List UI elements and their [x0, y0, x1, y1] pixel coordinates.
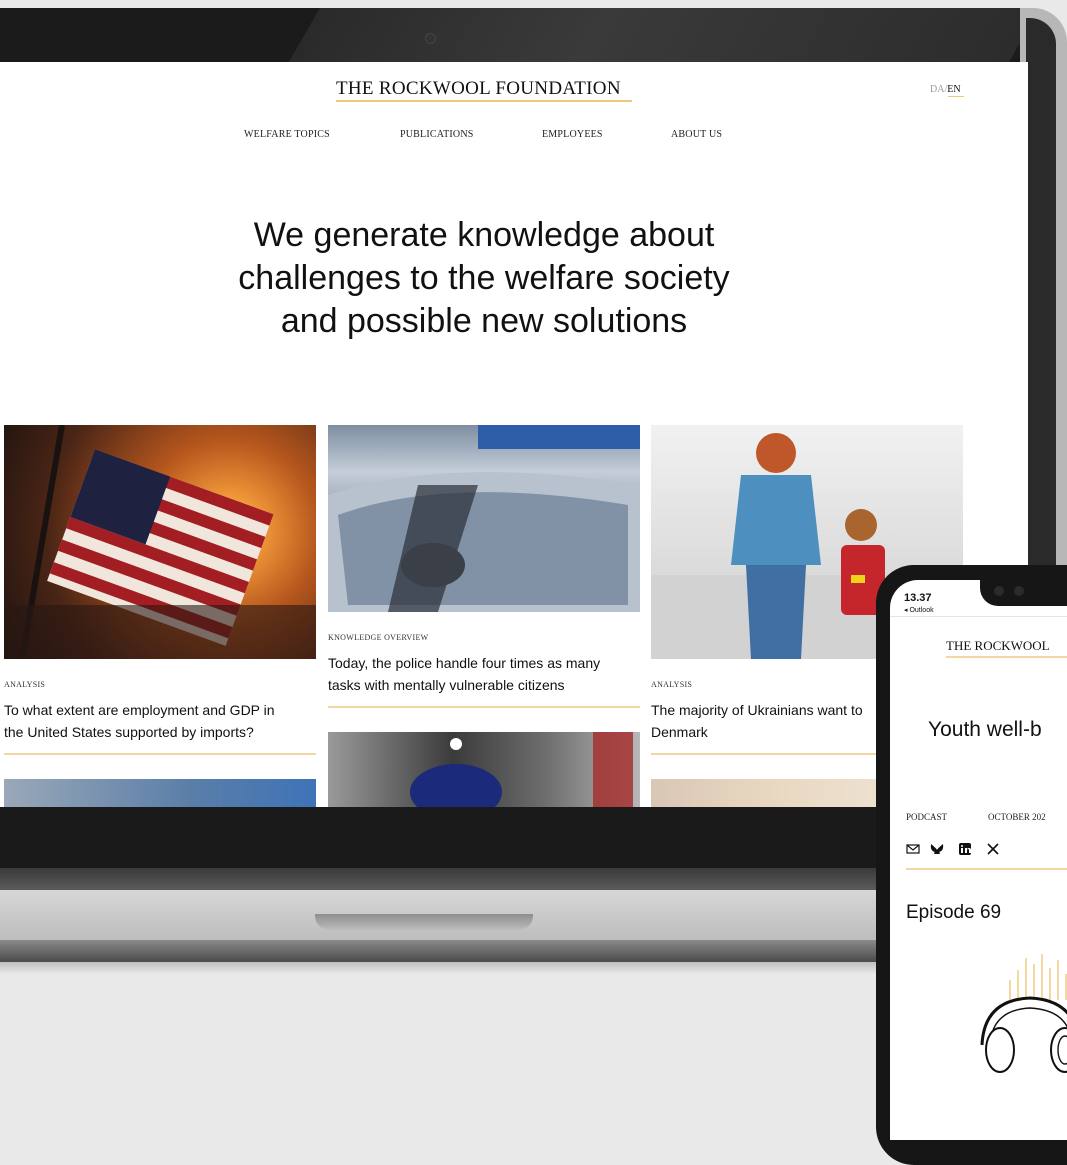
card-kicker: ANALYSIS [651, 680, 693, 689]
language-switch[interactable]: DA/EN [930, 84, 961, 95]
card-title-line[interactable]: Today, the police handle four times as m… [328, 652, 640, 674]
factory-illustration [410, 732, 633, 807]
card-title-line[interactable]: the United States supported by imports? [4, 721, 316, 743]
nav-employees[interactable]: EMPLOYEES [542, 129, 603, 140]
card-title[interactable]: Today, the police handle four times as m… [328, 652, 640, 696]
card-title[interactable]: To what extent are employment and GDP in… [4, 699, 316, 743]
flag-illustration [4, 425, 316, 659]
nav-publications[interactable]: PUBLICATIONS [400, 129, 474, 140]
phone-camera-icon [994, 586, 1004, 596]
card-image-next[interactable] [4, 779, 316, 807]
card-divider [4, 753, 316, 755]
card-title-line[interactable]: To what extent are employment and GDP in [4, 699, 316, 721]
site-logo[interactable]: THE ROCKWOOL FOUNDATION [336, 78, 621, 100]
hero-line: challenges to the welfare society [238, 259, 730, 297]
phone-logo-underline [946, 656, 1067, 658]
episode-title: Episode 69 [906, 902, 1002, 923]
lang-underline [948, 96, 964, 97]
phone-headline: Youth well-b [928, 718, 1042, 741]
lang-da[interactable]: DA [930, 84, 944, 95]
phone-notch [980, 572, 1067, 606]
phone-screen: 13.37 ◂ Outlook THE ROCKWOOL Youth well-… [890, 580, 1067, 1140]
card-image-factory[interactable] [328, 732, 640, 807]
phone-site-logo[interactable]: THE ROCKWOOL [946, 638, 1050, 654]
status-divider [890, 616, 1067, 617]
hero-heading: We generate knowledge about challenges t… [150, 214, 818, 343]
nav-about-us[interactable]: ABOUT US [671, 129, 722, 140]
card-image-police-car[interactable] [328, 425, 640, 612]
linkedin-icon[interactable] [958, 842, 972, 855]
lang-en[interactable]: EN [947, 84, 960, 95]
bluesky-icon[interactable] [930, 842, 944, 854]
phone-meta-type: PODCAST [906, 812, 948, 822]
headphones-icon [970, 950, 1067, 1085]
card-title-line[interactable]: tasks with mentally vulnerable citizens [328, 674, 640, 696]
phone-sensor-icon [1014, 586, 1024, 596]
card-kicker: KNOWLEDGE OVERVIEW [328, 633, 429, 642]
hero-line: and possible new solutions [280, 302, 688, 340]
back-to-outlook[interactable]: ◂ Outlook [904, 606, 934, 614]
hero-line: We generate knowledge about [253, 216, 715, 254]
police-car-illustration [328, 425, 640, 612]
phone-share-divider [906, 868, 1067, 870]
camera-icon [425, 33, 436, 44]
laptop-screen: THE ROCKWOOL FOUNDATION DA/EN WELFARE TO… [0, 62, 1028, 807]
mail-icon[interactable] [906, 842, 920, 854]
card-divider [328, 706, 640, 708]
laptop-opening-notch [315, 914, 533, 930]
x-icon[interactable] [986, 842, 1000, 855]
phone-time: 13.37 [904, 592, 932, 604]
phone-meta-date: OCTOBER 202 [988, 812, 1046, 822]
card-image-flag[interactable] [4, 425, 316, 659]
card-kicker: ANALYSIS [4, 680, 46, 689]
logo-underline [336, 100, 632, 102]
nav-welfare-topics[interactable]: WELFARE TOPICS [244, 129, 330, 140]
